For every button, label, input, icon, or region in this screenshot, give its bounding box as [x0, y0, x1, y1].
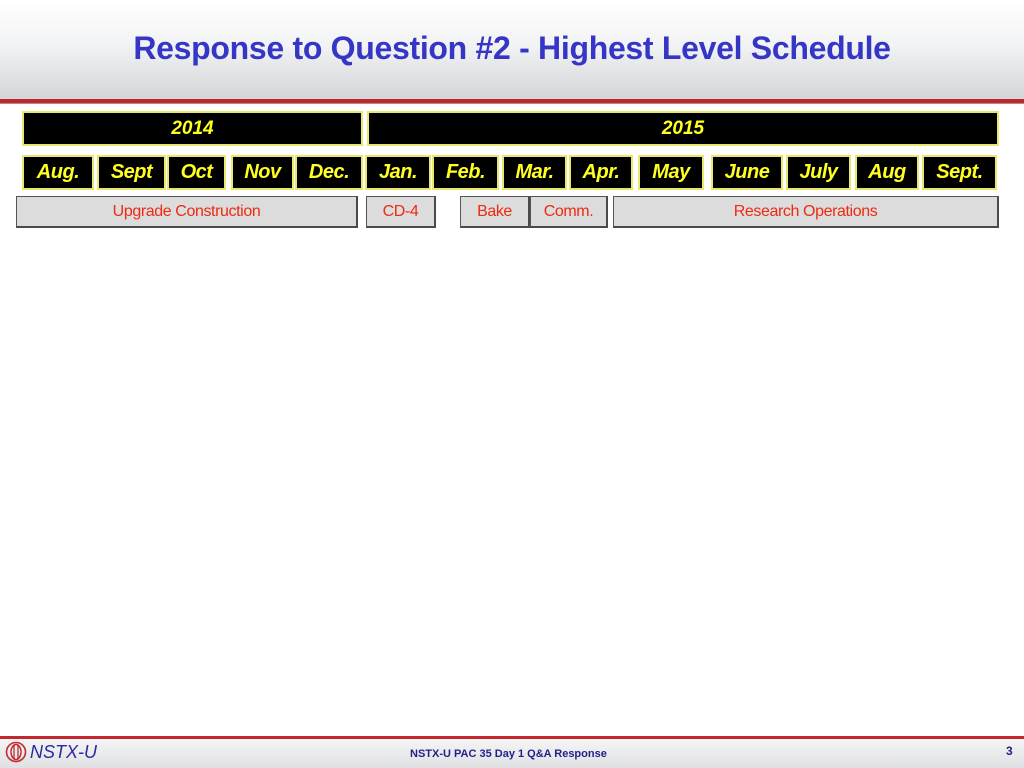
month-june-2015: June — [711, 155, 783, 190]
month-jan-2015: Jan. — [365, 155, 431, 190]
month-aug-2015: Aug — [855, 155, 919, 190]
phase-upgrade-construction: Upgrade Construction — [16, 196, 358, 228]
month-nov-2014: Nov — [231, 155, 294, 190]
month-mar-2015: Mar. — [502, 155, 567, 190]
page-number: 3 — [1006, 744, 1013, 758]
month-dec-2014: Dec. — [295, 155, 363, 190]
year-2015: 2015 — [367, 111, 999, 146]
phase-commissioning: Comm. — [530, 196, 608, 228]
header-divider — [0, 99, 1024, 104]
month-feb-2015: Feb. — [432, 155, 499, 190]
slide-title: Response to Question #2 - Highest Level … — [133, 30, 891, 66]
month-oct-2014: Oct — [167, 155, 226, 190]
phase-cd-4: CD-4 — [366, 196, 436, 228]
month-july-2015: July — [786, 155, 851, 190]
month-aug-2014: Aug. — [22, 155, 94, 190]
year-2014: 2014 — [22, 111, 363, 146]
footer-center-text: NSTX-U PAC 35 Day 1 Q&A Response — [410, 748, 607, 760]
phase-bake: Bake — [460, 196, 530, 228]
month-apr-2015: Apr. — [569, 155, 633, 190]
phase-research-operations: Research Operations — [613, 196, 999, 228]
nstx-logo-icon — [5, 741, 27, 763]
month-sept-2014: Sept — [97, 155, 166, 190]
month-may-2015: May — [638, 155, 704, 190]
month-sept-2015: Sept. — [922, 155, 997, 190]
footer-logo-text: NSTX-U — [30, 742, 97, 762]
